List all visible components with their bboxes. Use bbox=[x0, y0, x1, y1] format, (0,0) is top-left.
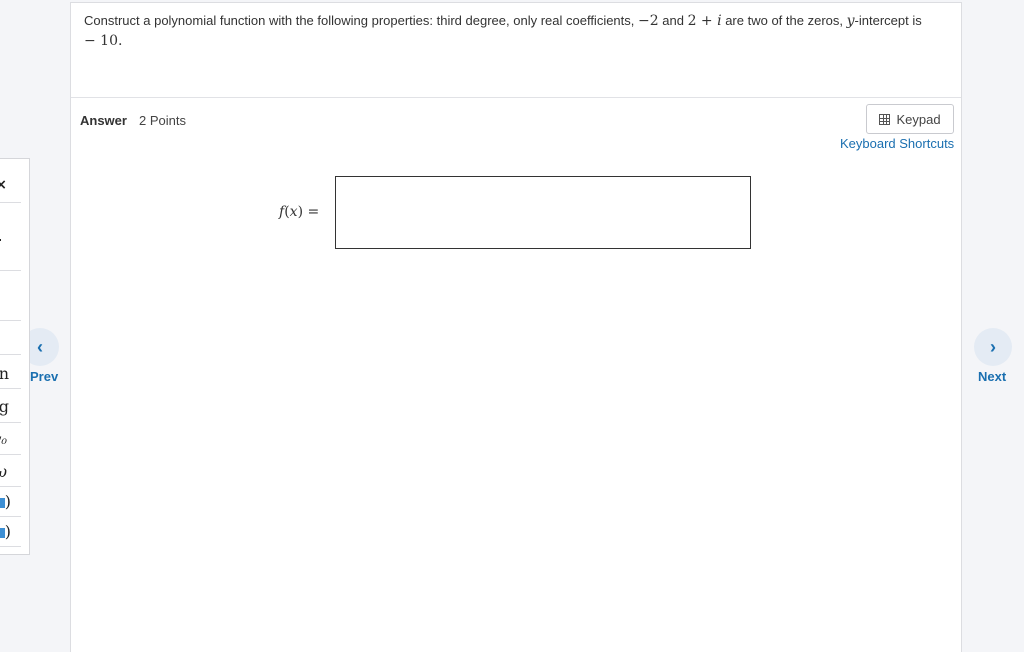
zero-value-1: −2 bbox=[638, 13, 659, 29]
prev-label[interactable]: Prev bbox=[30, 369, 58, 384]
placeholder-box-icon bbox=[0, 497, 5, 508]
answer-input[interactable] bbox=[335, 176, 751, 249]
function-x: x bbox=[289, 204, 298, 220]
points-label: 2 Points bbox=[139, 113, 186, 128]
keypad-v0-key[interactable]: v₀ bbox=[0, 425, 21, 455]
page: × 〉 ln log v₀ ω () () Construct a polyno… bbox=[0, 0, 1024, 652]
keypad-panel: × 〉 ln log v₀ ω () () bbox=[0, 158, 30, 555]
intercept-value: − 10. bbox=[84, 33, 123, 49]
keypad-ln-key[interactable]: ln bbox=[0, 359, 21, 389]
keypad-log-key[interactable]: log bbox=[0, 391, 21, 423]
fraction-icon bbox=[0, 239, 1, 241]
keypad-button[interactable]: Keypad bbox=[866, 104, 954, 134]
answer-label: Answer bbox=[80, 113, 127, 128]
next-button[interactable]: › bbox=[974, 328, 1012, 366]
question-text-part: Construct a polynomial function with the… bbox=[84, 13, 638, 28]
question-text-part: and bbox=[658, 13, 688, 28]
zero-value-2: 2 + bbox=[687, 13, 718, 29]
question-text-part: -intercept is bbox=[854, 13, 922, 28]
next-label[interactable]: Next bbox=[978, 369, 1006, 384]
keypad-paren-key-2[interactable]: () bbox=[0, 517, 21, 547]
keypad-angle-key[interactable]: 〉 bbox=[0, 325, 21, 355]
keypad-grid-icon bbox=[879, 113, 891, 125]
function-equals: ) = bbox=[297, 204, 320, 220]
y-variable: y bbox=[846, 13, 855, 29]
function-label: f(x) = bbox=[279, 204, 319, 220]
question-card: Construct a polynomial function with the… bbox=[70, 2, 962, 652]
keypad-blank-key[interactable] bbox=[0, 271, 21, 321]
keypad-close-button[interactable]: × bbox=[0, 167, 21, 203]
keyboard-shortcuts-link[interactable]: Keyboard Shortcuts bbox=[840, 136, 954, 151]
keypad-omega-key[interactable]: ω bbox=[0, 457, 21, 487]
keypad-paren-key-1[interactable]: () bbox=[0, 487, 21, 517]
divider bbox=[71, 97, 961, 98]
chevron-right-icon: › bbox=[990, 336, 996, 357]
question-text: Construct a polynomial function with the… bbox=[84, 11, 944, 51]
keypad-button-label: Keypad bbox=[896, 111, 941, 127]
keypad-fraction-key[interactable] bbox=[0, 209, 21, 271]
placeholder-box-icon bbox=[0, 527, 5, 538]
question-text-part: are two of the zeros, bbox=[721, 13, 847, 28]
chevron-left-icon: ‹ bbox=[37, 336, 43, 357]
